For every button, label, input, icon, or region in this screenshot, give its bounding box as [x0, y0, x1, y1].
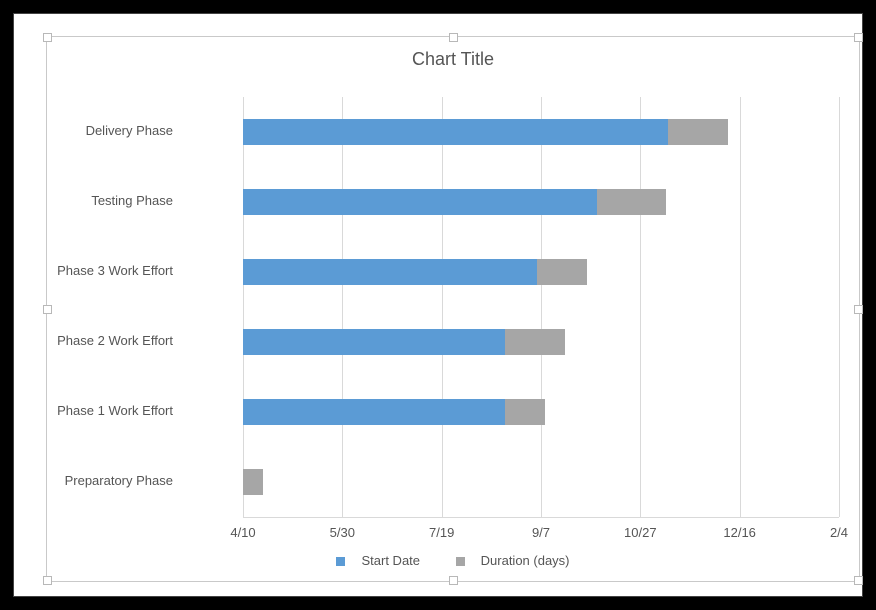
bar-segment-start[interactable]	[243, 259, 537, 285]
x-axis-tick-label: 5/30	[317, 525, 367, 540]
resize-handle-tc[interactable]	[449, 33, 458, 42]
y-axis-category-label: Phase 3 Work Effort	[23, 263, 173, 278]
resize-handle-ml[interactable]	[43, 305, 52, 314]
legend-label-start: Start Date	[361, 553, 420, 568]
x-axis-tick-label: 12/16	[715, 525, 765, 540]
x-axis-tick-label: 9/7	[516, 525, 566, 540]
stage: Chart Title Start Date Duration (days) 4…	[0, 0, 876, 610]
x-axis-tick-label: 4/10	[218, 525, 268, 540]
bar-segment-duration[interactable]	[597, 189, 667, 215]
y-axis-category-label: Preparatory Phase	[23, 473, 173, 488]
gridline	[740, 97, 741, 517]
y-axis-category-label: Phase 1 Work Effort	[23, 403, 173, 418]
x-axis-tick-label: 2/4	[814, 525, 864, 540]
document-page: Chart Title Start Date Duration (days) 4…	[14, 14, 862, 596]
resize-handle-mr[interactable]	[854, 305, 863, 314]
y-axis-category-label: Phase 2 Work Effort	[23, 333, 173, 348]
bar-segment-start[interactable]	[243, 399, 505, 425]
legend-swatch-duration	[456, 557, 465, 566]
y-axis-category-label: Testing Phase	[23, 193, 173, 208]
legend-label-duration: Duration (days)	[481, 553, 570, 568]
gridline	[541, 97, 542, 517]
x-axis-tick-label: 10/27	[615, 525, 665, 540]
gridline	[342, 97, 343, 517]
chart-title[interactable]: Chart Title	[47, 49, 859, 70]
legend-item-start[interactable]: Start Date	[328, 553, 428, 568]
legend-swatch-start	[336, 557, 345, 566]
bar-segment-duration[interactable]	[537, 259, 587, 285]
bar-segment-duration[interactable]	[243, 469, 263, 495]
legend[interactable]: Start Date Duration (days)	[47, 553, 859, 568]
bar-segment-start[interactable]	[243, 189, 597, 215]
x-axis-tick-label: 7/19	[417, 525, 467, 540]
gridline	[640, 97, 641, 517]
gridline	[243, 97, 244, 517]
bar-segment-duration[interactable]	[668, 119, 728, 145]
bar-segment-duration[interactable]	[505, 329, 565, 355]
y-axis-category-label: Delivery Phase	[23, 123, 173, 138]
resize-handle-bl[interactable]	[43, 576, 52, 585]
resize-handle-bc[interactable]	[449, 576, 458, 585]
gridline	[442, 97, 443, 517]
legend-item-duration[interactable]: Duration (days)	[448, 553, 578, 568]
bar-segment-duration[interactable]	[505, 399, 545, 425]
bar-segment-start[interactable]	[243, 119, 668, 145]
chart-object[interactable]: Chart Title Start Date Duration (days) 4…	[46, 36, 860, 582]
resize-handle-tl[interactable]	[43, 33, 52, 42]
resize-handle-tr[interactable]	[854, 33, 863, 42]
plot-area[interactable]	[243, 97, 839, 518]
resize-handle-br[interactable]	[854, 576, 863, 585]
bar-segment-start[interactable]	[243, 329, 505, 355]
gridline	[839, 97, 840, 517]
